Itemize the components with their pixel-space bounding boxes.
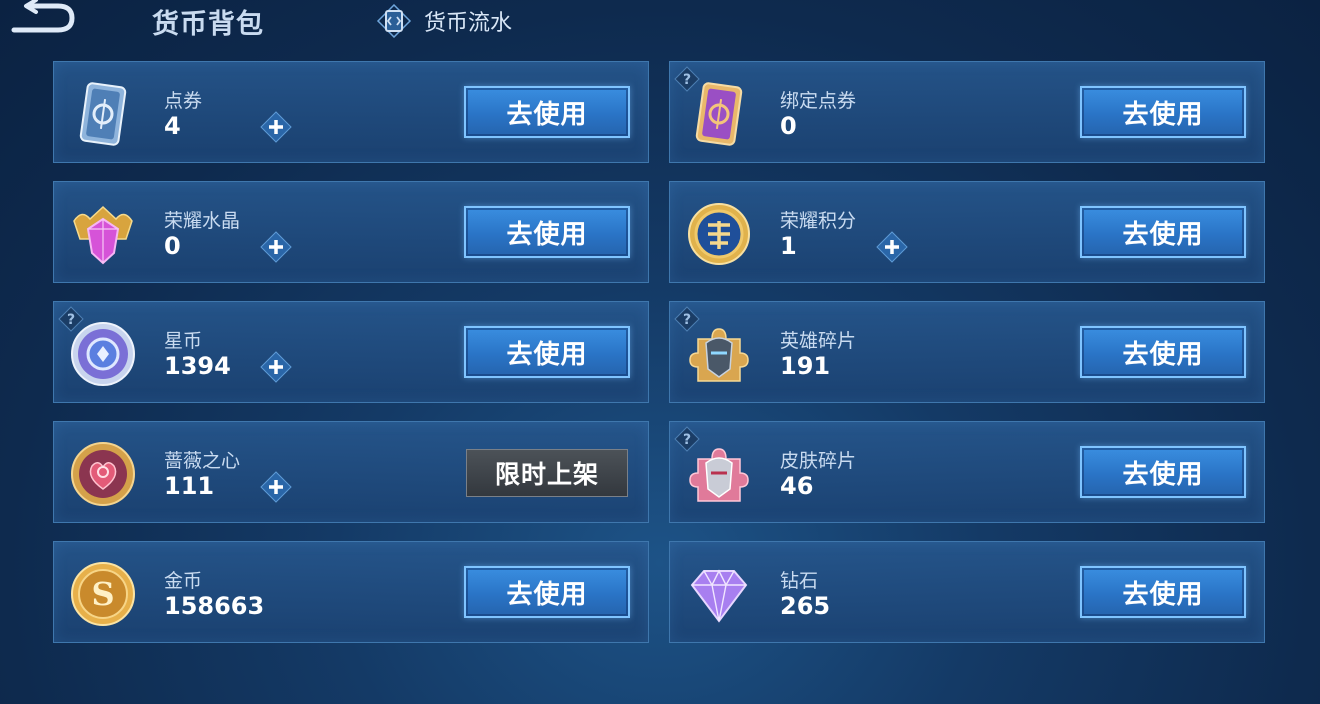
skin-fragment-icon bbox=[689, 448, 749, 502]
star-coin-icon bbox=[71, 322, 135, 386]
currency-flow-tab[interactable]: 货币流水 bbox=[376, 4, 512, 38]
use-hero-fragment-button[interactable]: 去使用 bbox=[1080, 326, 1246, 378]
currency-card-hero-fragment: ? 英雄碎片 191 去使用 bbox=[669, 301, 1265, 403]
currency-card-rose-heart: 蔷薇之心 111 限时上架 bbox=[53, 421, 649, 523]
currency-card-voucher: 点券 4 去使用 bbox=[53, 61, 649, 163]
currency-name: 蔷薇之心 bbox=[164, 450, 241, 472]
currency-amount: 0 bbox=[164, 232, 181, 260]
currency-amount: 265 bbox=[780, 592, 831, 620]
use-gold-coin-button[interactable]: 去使用 bbox=[464, 566, 630, 618]
voucher-card-icon bbox=[79, 82, 127, 146]
use-diamond-button[interactable]: 去使用 bbox=[1080, 566, 1246, 618]
add-voucher-button[interactable] bbox=[259, 110, 293, 144]
page-title: 货币背包 bbox=[152, 9, 264, 40]
currency-amount: 158663 bbox=[164, 592, 265, 620]
currency-name: 绑定点券 bbox=[780, 90, 857, 112]
currency-card-star-coin: ? 星币 1394 去使用 bbox=[53, 301, 649, 403]
use-bound-voucher-button[interactable]: 去使用 bbox=[1080, 86, 1246, 138]
flow-record-icon bbox=[376, 4, 412, 38]
gold-coin-icon: S bbox=[71, 562, 135, 626]
add-glory-points-button[interactable] bbox=[875, 230, 909, 264]
currency-name: 荣耀水晶 bbox=[164, 210, 241, 232]
currency-amount: 111 bbox=[164, 472, 215, 500]
glory-points-icon bbox=[688, 203, 750, 265]
currency-name: 荣耀积分 bbox=[780, 210, 857, 232]
use-voucher-button[interactable]: 去使用 bbox=[464, 86, 630, 138]
currency-amount: 46 bbox=[780, 472, 814, 500]
glory-crystal-icon bbox=[73, 205, 133, 265]
use-glory-crystal-button[interactable]: 去使用 bbox=[464, 206, 630, 258]
currency-card-diamond: 钻石 265 去使用 bbox=[669, 541, 1265, 643]
rose-heart-icon bbox=[71, 442, 135, 506]
currency-card-glory-points: 荣耀积分 1 去使用 bbox=[669, 181, 1265, 283]
currency-card-bound-voucher: ? 绑定点券 0 去使用 bbox=[669, 61, 1265, 163]
currency-amount: 1 bbox=[780, 232, 797, 260]
use-star-coin-button[interactable]: 去使用 bbox=[464, 326, 630, 378]
currency-amount: 1394 bbox=[164, 352, 231, 380]
currency-name: 金币 bbox=[164, 570, 203, 592]
currency-name: 英雄碎片 bbox=[780, 330, 857, 352]
limited-time-button: 限时上架 bbox=[466, 449, 628, 497]
add-star-coin-button[interactable] bbox=[259, 350, 293, 384]
currency-card-gold-coin: S 金币 158663 去使用 bbox=[53, 541, 649, 643]
currency-amount: 4 bbox=[164, 112, 181, 140]
currency-flow-label: 货币流水 bbox=[424, 11, 513, 36]
currency-amount: 0 bbox=[780, 112, 797, 140]
currency-name: 钻石 bbox=[780, 570, 819, 592]
currency-name: 点券 bbox=[164, 90, 203, 112]
add-rose-heart-button[interactable] bbox=[259, 470, 293, 504]
currency-name: 皮肤碎片 bbox=[780, 450, 857, 472]
currency-amount: 191 bbox=[780, 352, 831, 380]
add-glory-crystal-button[interactable] bbox=[259, 230, 293, 264]
currency-card-glory-crystal: 荣耀水晶 0 去使用 bbox=[53, 181, 649, 283]
svg-text:S: S bbox=[91, 575, 114, 613]
hero-fragment-icon bbox=[689, 328, 749, 382]
currency-card-skin-fragment: ? 皮肤碎片 46 去使用 bbox=[669, 421, 1265, 523]
bound-voucher-card-icon bbox=[695, 82, 743, 146]
use-glory-points-button[interactable]: 去使用 bbox=[1080, 206, 1246, 258]
use-skin-fragment-button[interactable]: 去使用 bbox=[1080, 446, 1246, 498]
back-arrow-icon bbox=[11, 0, 75, 33]
back-button[interactable] bbox=[8, 0, 78, 36]
diamond-icon bbox=[690, 569, 748, 623]
currency-name: 星币 bbox=[164, 330, 203, 352]
